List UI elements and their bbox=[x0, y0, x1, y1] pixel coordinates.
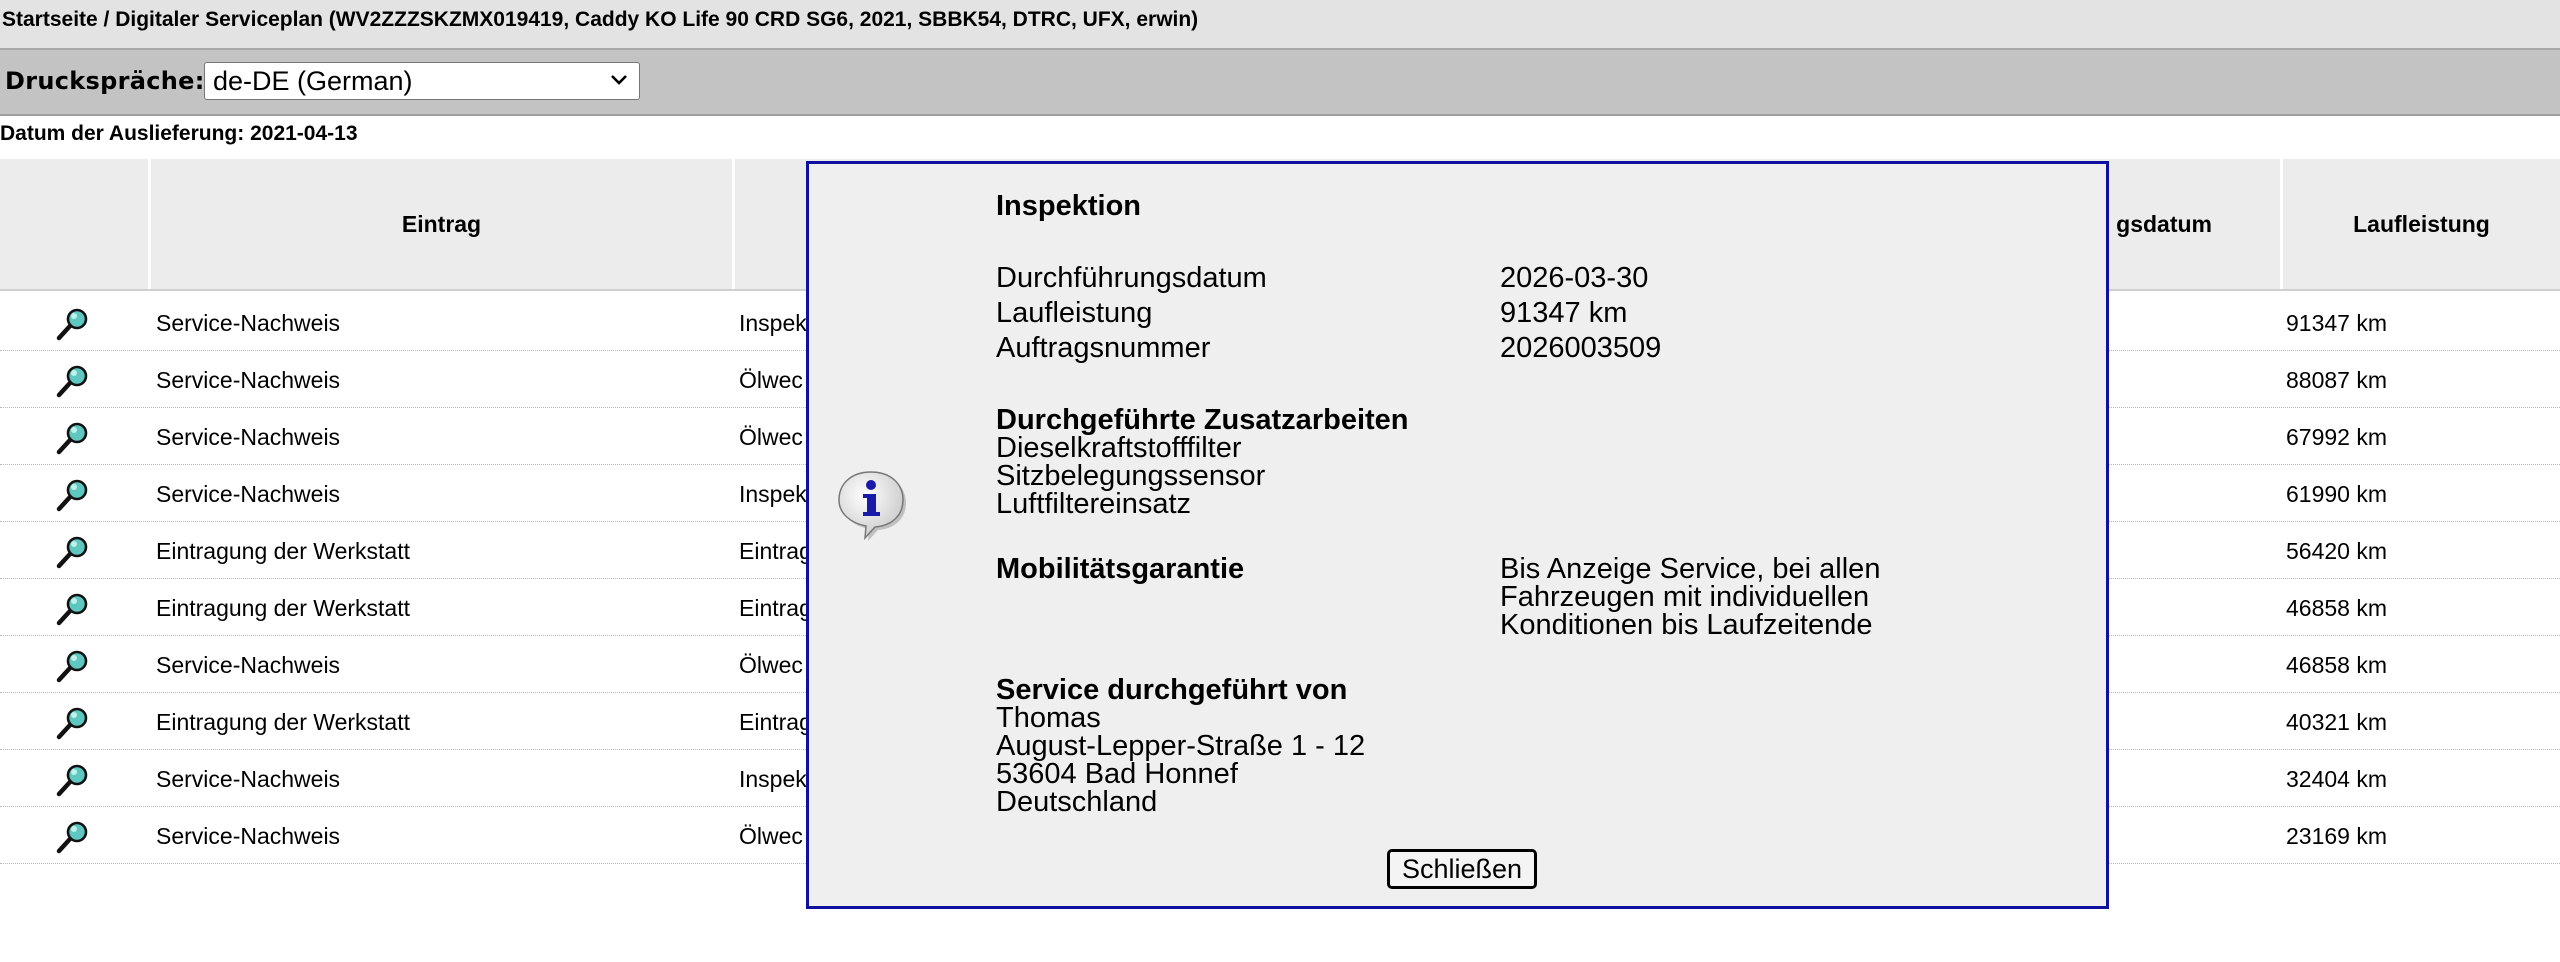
magnifier-icon[interactable] bbox=[56, 364, 90, 398]
magnifier-icon[interactable] bbox=[56, 421, 90, 455]
breadcrumb: Startseite / Digitaler Serviceplan (WV2Z… bbox=[0, 0, 2560, 50]
mileage-cell: 46858 km bbox=[2286, 595, 2388, 621]
mobility-line: Bis Anzeige Service, bei allen bbox=[1500, 553, 1881, 585]
performed-by-line: Deutschland bbox=[996, 786, 1158, 818]
entry-cell: Service-Nachweis bbox=[156, 367, 341, 393]
dialog-title: Inspektion bbox=[996, 190, 1142, 222]
entry-cell: Service-Nachweis bbox=[156, 652, 341, 678]
field-value: 91347 km bbox=[1500, 297, 1628, 329]
field-label: Durchführungsdatum bbox=[996, 262, 1267, 294]
type-cell: Eintrag bbox=[739, 538, 812, 564]
header-mileage[interactable]: Laufleistung bbox=[2283, 159, 2560, 289]
mileage-cell: 56420 km bbox=[2286, 538, 2388, 564]
inspection-detail-dialog: Inspektion Durchführungsdatum 2026-03-30… bbox=[806, 161, 2109, 909]
mileage-cell: 46858 km bbox=[2286, 652, 2388, 678]
print-language-value: de-DE (German) bbox=[213, 66, 413, 96]
extra-work-item: Dieselkraftstofffilter bbox=[996, 432, 1242, 464]
header-entry[interactable]: Eintrag bbox=[151, 159, 732, 289]
type-cell: Ölwec bbox=[739, 652, 803, 678]
magnifier-icon[interactable] bbox=[56, 592, 90, 626]
extra-work-item: Luftfiltereinsatz bbox=[996, 488, 1192, 520]
extra-work-heading: Durchgeführte Zusatzarbeiten bbox=[996, 404, 1409, 436]
field-value: 2026-03-30 bbox=[1500, 262, 1649, 294]
field-value: 2026003509 bbox=[1500, 332, 1662, 364]
type-cell: Eintrag bbox=[739, 595, 812, 621]
magnifier-icon[interactable] bbox=[56, 820, 90, 854]
entry-cell: Service-Nachweis bbox=[156, 766, 341, 792]
type-cell: Inspek bbox=[739, 310, 807, 336]
print-language-label: Druckspräche: bbox=[5, 67, 205, 95]
mileage-cell: 40321 km bbox=[2286, 709, 2388, 735]
magnifier-icon[interactable] bbox=[56, 535, 90, 569]
mileage-cell: 67992 km bbox=[2286, 424, 2388, 450]
delivery-date: Datum der Auslieferung: 2021-04-13 bbox=[0, 122, 358, 145]
header-icon-column bbox=[0, 159, 148, 289]
entry-cell: Eintragung der Werkstatt bbox=[156, 709, 410, 735]
print-language-select[interactable]: de-DE (German) bbox=[204, 62, 640, 100]
magnifier-icon[interactable] bbox=[56, 706, 90, 740]
mileage-cell: 88087 km bbox=[2286, 367, 2388, 393]
entry-cell: Service-Nachweis bbox=[156, 310, 341, 336]
magnifier-icon[interactable] bbox=[56, 478, 90, 512]
mobility-heading: Mobilitätsgarantie bbox=[996, 553, 1245, 585]
type-cell: Inspek bbox=[739, 481, 807, 507]
type-cell: Ölwec bbox=[739, 424, 803, 450]
performed-by-line: August-Lepper-Straße 1 - 12 bbox=[996, 730, 1366, 762]
mileage-cell: 91347 km bbox=[2286, 310, 2388, 336]
mileage-cell: 61990 km bbox=[2286, 481, 2388, 507]
performed-by-line: 53604 Bad Honnef bbox=[996, 758, 1238, 790]
magnifier-icon[interactable] bbox=[56, 763, 90, 797]
mileage-cell: 23169 km bbox=[2286, 823, 2388, 849]
type-cell: Inspek bbox=[739, 766, 807, 792]
type-cell: Ölwec bbox=[739, 367, 803, 393]
print-language-bar: Druckspräche: de-DE (German) bbox=[0, 50, 2560, 116]
chevron-down-icon bbox=[611, 75, 627, 85]
info-bubble-icon bbox=[838, 471, 906, 541]
magnifier-icon[interactable] bbox=[56, 649, 90, 683]
entry-cell: Eintragung der Werkstatt bbox=[156, 538, 410, 564]
field-label: Laufleistung bbox=[996, 297, 1153, 329]
type-cell: Ölwec bbox=[739, 823, 803, 849]
entry-cell: Service-Nachweis bbox=[156, 823, 341, 849]
mobility-line: Konditionen bis Laufzeitende bbox=[1500, 609, 1873, 641]
entry-cell: Eintragung der Werkstatt bbox=[156, 595, 410, 621]
mobility-line: Fahrzeugen mit individuellen bbox=[1500, 581, 1870, 613]
entry-cell: Service-Nachweis bbox=[156, 481, 341, 507]
extra-work-item: Sitzbelegungssensor bbox=[996, 460, 1266, 492]
type-cell: Eintrag bbox=[739, 709, 812, 735]
close-button[interactable]: Schließen bbox=[1387, 849, 1537, 889]
entry-cell: Service-Nachweis bbox=[156, 424, 341, 450]
field-label: Auftragsnummer bbox=[996, 332, 1211, 364]
performed-by-heading: Service durchgeführt von bbox=[996, 674, 1348, 706]
magnifier-icon[interactable] bbox=[56, 307, 90, 341]
mileage-cell: 32404 km bbox=[2286, 766, 2388, 792]
performed-by-line: Thomas bbox=[996, 702, 1101, 734]
